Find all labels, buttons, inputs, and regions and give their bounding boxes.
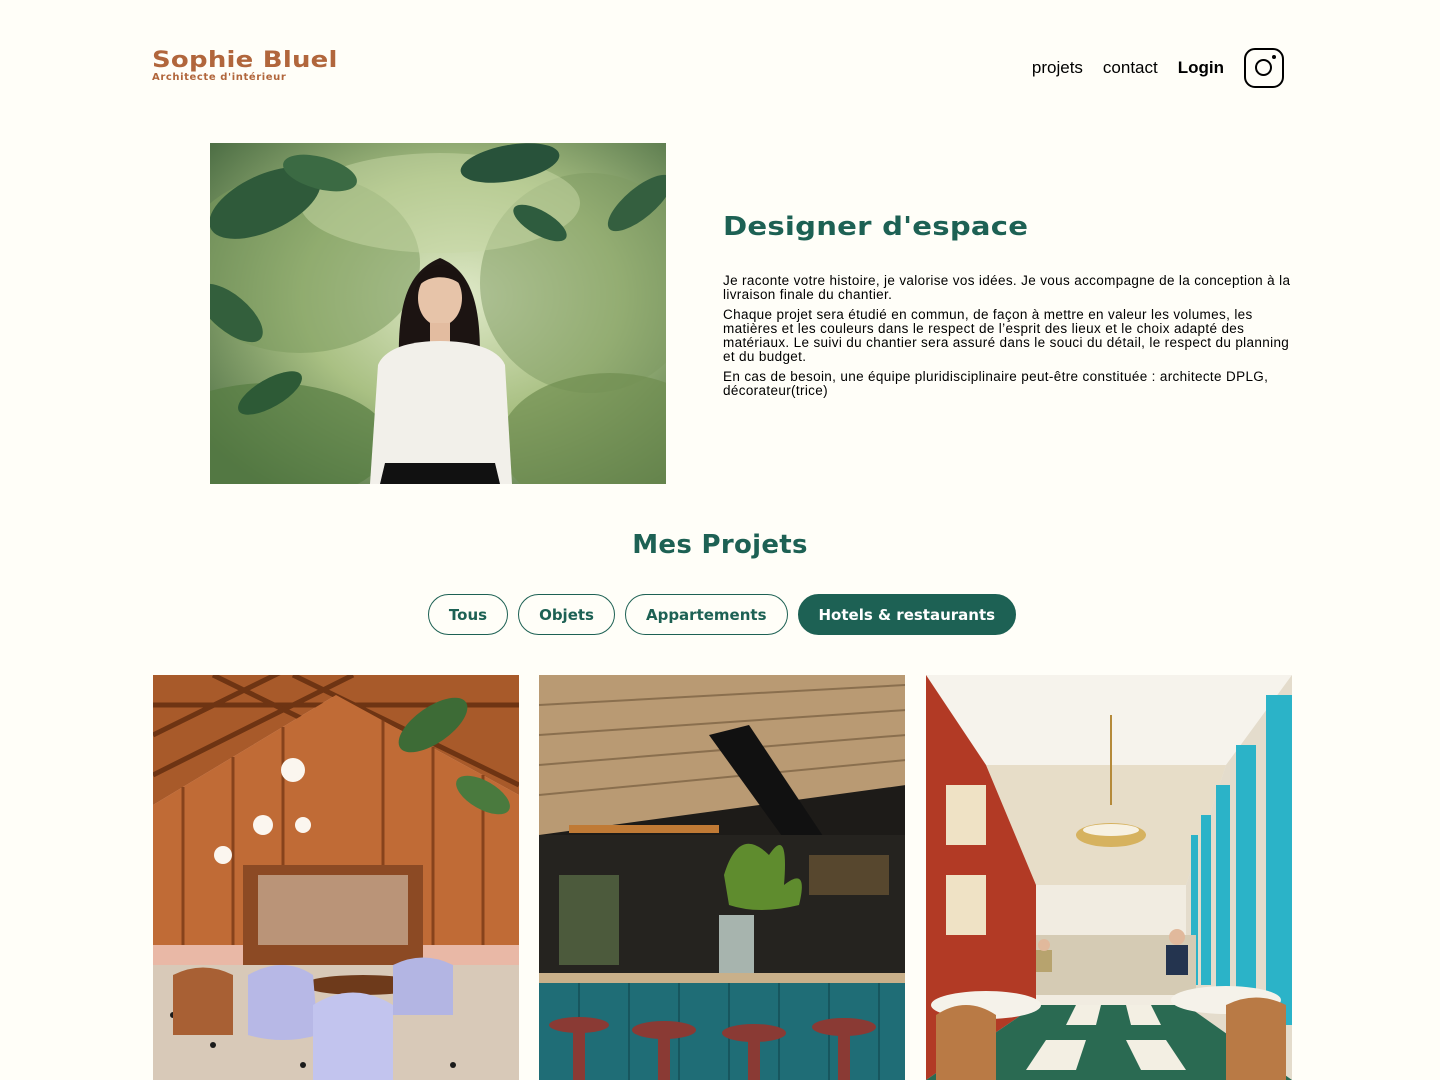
intro-paragraph: En cas de besoin, une équipe pluridiscip…	[723, 369, 1269, 398]
instagram-dot	[1272, 55, 1276, 59]
intro-text: Designer d'espace Je raconte votre histo…	[723, 212, 1293, 404]
filter-appartements[interactable]: Appartements	[624, 594, 788, 635]
filter-bar: Tous Objets Appartements Hotels & restau…	[0, 594, 1440, 635]
nav-link-login[interactable]: Login	[1178, 58, 1224, 78]
project-image-bar[interactable]	[539, 675, 905, 1080]
logo-title: Sophie Bluel	[152, 48, 338, 73]
intro-paragraph: Je raconte votre histoire, je valorise v…	[723, 273, 1291, 302]
portrait-photo	[210, 143, 666, 484]
instagram-icon[interactable]	[1244, 48, 1284, 88]
nav-link-contact[interactable]: contact	[1103, 58, 1158, 78]
filter-hotels-restaurants[interactable]: Hotels & restaurants	[797, 594, 1017, 635]
logo-subtitle: Architecte d'intérieur	[152, 72, 287, 83]
instagram-lens	[1255, 59, 1272, 76]
project-image-hotel-dining-room[interactable]	[926, 675, 1292, 1080]
logo: Sophie Bluel Architecte d'intérieur	[152, 50, 337, 84]
projects-title: Mes Projets	[632, 530, 808, 560]
nav-link-projets[interactable]: projets	[1032, 58, 1083, 78]
filter-tous[interactable]: Tous	[427, 594, 509, 635]
filter-objets[interactable]: Objets	[518, 594, 615, 635]
intro-title: Designer d'espace	[723, 212, 1029, 242]
intro-paragraph: Chaque projet sera étudié en commun, de …	[723, 307, 1290, 364]
project-image-restaurant-wood-roof[interactable]	[153, 675, 519, 1080]
main-nav: projets contact Login	[1032, 48, 1284, 88]
